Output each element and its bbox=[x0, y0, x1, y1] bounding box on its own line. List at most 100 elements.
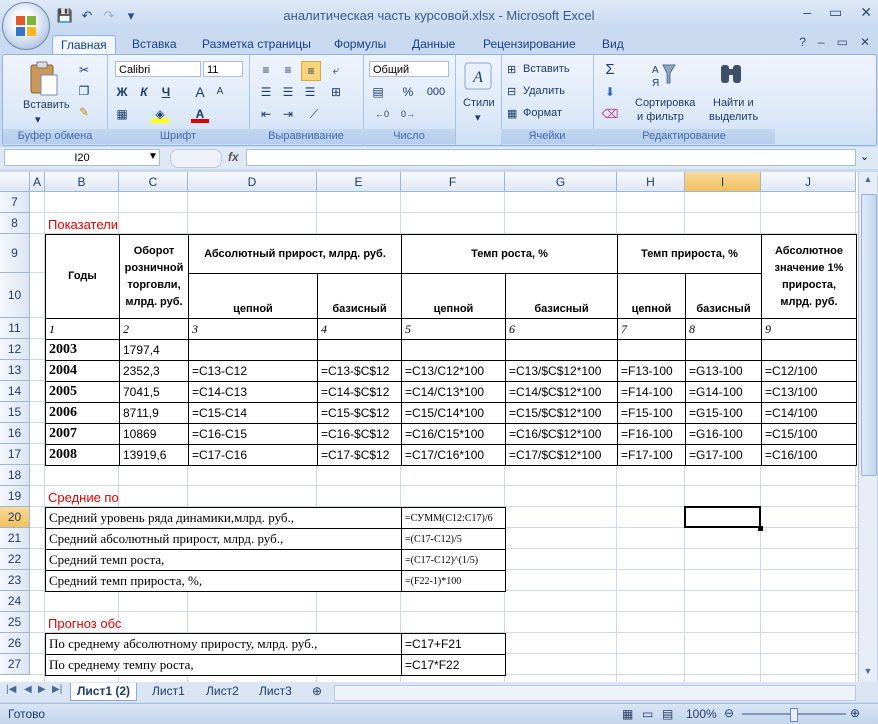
tab-insert[interactable]: Вставка bbox=[124, 35, 185, 54]
column-number-cell[interactable]: 1 bbox=[45, 318, 120, 340]
formula-bar-resize-handle[interactable] bbox=[170, 149, 222, 168]
header-sub[interactable]: базисный bbox=[317, 273, 402, 319]
workbook-close-button[interactable]: ✕ bbox=[860, 35, 870, 49]
copy-icon[interactable]: ❐ bbox=[75, 82, 93, 100]
row-header[interactable]: 7 bbox=[0, 192, 30, 213]
sheet-tab[interactable]: Лист2 bbox=[200, 683, 245, 700]
grow-font-button[interactable]: A bbox=[191, 83, 209, 101]
shrink-font-button[interactable]: A bbox=[211, 83, 229, 101]
styles-icon[interactable]: A bbox=[463, 61, 493, 91]
row-header[interactable]: 14 bbox=[0, 381, 30, 402]
bold-button[interactable]: Ж bbox=[113, 83, 131, 101]
table-cell[interactable]: =C15-$C$12 bbox=[317, 402, 402, 424]
vertical-scroll-thumb[interactable] bbox=[861, 194, 877, 476]
column-number-cell[interactable]: 4 bbox=[317, 318, 402, 340]
average-formula[interactable]: =(C17-C12)/5 bbox=[401, 528, 506, 550]
table-cell[interactable]: =F17-100 bbox=[617, 444, 686, 466]
table-cell[interactable]: =C15/C14*100 bbox=[401, 402, 506, 424]
table-cell[interactable]: =C16-C15 bbox=[188, 423, 318, 445]
section-title[interactable]: Средние по bbox=[45, 486, 189, 508]
autosum-button[interactable]: Σ bbox=[601, 61, 619, 79]
table-cell[interactable]: 2352,3 bbox=[119, 360, 189, 382]
table-cell[interactable]: =C14/$C$12*100 bbox=[505, 381, 618, 403]
table-cell[interactable]: 2005 bbox=[45, 381, 120, 403]
row-header[interactable]: 12 bbox=[0, 339, 30, 360]
table-cell[interactable]: =G14-100 bbox=[685, 381, 762, 403]
table-cell[interactable]: =G15-100 bbox=[685, 402, 762, 424]
table-cell[interactable]: =C17-C16 bbox=[188, 444, 318, 466]
table-cell[interactable] bbox=[401, 339, 506, 361]
table-cell[interactable]: =C14/100 bbox=[761, 402, 857, 424]
zoom-out-icon[interactable]: ⊖ bbox=[724, 706, 734, 720]
forecast-label[interactable]: По среднему абсолютному приросту, млрд. … bbox=[45, 633, 402, 655]
average-formula[interactable]: =СУММ(C12:C17)/6 bbox=[401, 507, 506, 529]
name-box-dropdown-icon[interactable]: ▼ bbox=[148, 151, 158, 162]
row-header[interactable]: 27 bbox=[0, 654, 30, 675]
section-title[interactable]: Прогноз обс bbox=[45, 612, 189, 634]
font-color-icon[interactable]: A bbox=[191, 105, 209, 123]
font-size-select[interactable]: 11 bbox=[203, 61, 243, 77]
name-box[interactable]: I20 bbox=[4, 149, 160, 166]
table-cell[interactable]: =C15/$C$12*100 bbox=[505, 402, 618, 424]
close-button[interactable]: ✕ bbox=[860, 4, 872, 21]
tab-review[interactable]: Рецензирование bbox=[475, 35, 584, 54]
column-header[interactable]: G bbox=[505, 172, 617, 192]
decrease-decimal-icon[interactable]: 0→ bbox=[399, 105, 417, 123]
normal-view-icon[interactable]: ▦ bbox=[622, 707, 633, 721]
header-absolute-growth[interactable]: Абсолютный прирост, млрд. руб. bbox=[188, 234, 402, 274]
table-cell[interactable]: =F14-100 bbox=[617, 381, 686, 403]
row-header[interactable]: 8 bbox=[0, 213, 30, 234]
zoom-slider-thumb[interactable] bbox=[790, 708, 798, 722]
office-button[interactable] bbox=[2, 2, 50, 50]
number-format-select[interactable]: Общий bbox=[369, 61, 449, 77]
row-header[interactable]: 9 bbox=[0, 234, 30, 273]
styles-button[interactable]: Стили bbox=[463, 97, 495, 109]
average-label[interactable]: Средний уровень ряда динамики,млрд. руб.… bbox=[45, 507, 402, 529]
row-header[interactable]: 13 bbox=[0, 360, 30, 381]
average-label[interactable]: Средний темп роста, bbox=[45, 549, 402, 571]
align-center-icon[interactable]: ☰ bbox=[279, 83, 297, 101]
merge-center-icon[interactable]: ⊞ bbox=[327, 83, 345, 101]
header-turnover[interactable]: Оборот розничной торговли, млрд. руб. bbox=[119, 234, 189, 319]
row-header[interactable]: 25 bbox=[0, 612, 30, 633]
header-sub[interactable]: цепной bbox=[617, 273, 686, 319]
page-layout-view-icon[interactable]: ▭ bbox=[642, 707, 653, 721]
row-header[interactable]: 16 bbox=[0, 423, 30, 444]
table-cell[interactable]: =C16/$C$12*100 bbox=[505, 423, 618, 445]
header-one-percent[interactable]: Абсолютное значение 1% прироста, млрд. р… bbox=[761, 234, 857, 319]
table-cell[interactable]: =F16-100 bbox=[617, 423, 686, 445]
sheet-tab-active[interactable]: Лист1 (2) bbox=[70, 683, 138, 701]
workbook-minimize-button[interactable]: – bbox=[818, 35, 825, 49]
column-number-cell[interactable]: 9 bbox=[761, 318, 857, 340]
table-cell[interactable]: =C15/100 bbox=[761, 423, 857, 445]
table-cell[interactable]: 13919,6 bbox=[119, 444, 189, 466]
zoom-in-icon[interactable]: ⊕ bbox=[850, 706, 860, 720]
row-header[interactable]: 26 bbox=[0, 633, 30, 654]
average-label[interactable]: Средний абсолютный прирост, млрд. руб., bbox=[45, 528, 402, 550]
restore-button[interactable]: ▭ bbox=[829, 4, 842, 21]
table-cell[interactable] bbox=[317, 339, 402, 361]
table-cell[interactable]: =C17/C16*100 bbox=[401, 444, 506, 466]
minimize-button[interactable]: – bbox=[803, 4, 811, 21]
header-sub[interactable]: цепной bbox=[188, 273, 318, 319]
sheet-nav-last-icon[interactable]: ▶| bbox=[52, 684, 62, 695]
sheet-tab[interactable]: Лист1 bbox=[146, 683, 191, 700]
insert-cells-button[interactable]: Вставить bbox=[523, 63, 570, 75]
select-all-corner[interactable] bbox=[0, 172, 30, 192]
header-increase-rate[interactable]: Темп прироста, % bbox=[617, 234, 762, 274]
table-cell[interactable]: =C12/100 bbox=[761, 360, 857, 382]
paste-icon[interactable] bbox=[27, 61, 59, 97]
column-number-cell[interactable]: 5 bbox=[401, 318, 506, 340]
section-title[interactable]: Показатели bbox=[45, 213, 189, 235]
increase-decimal-icon[interactable]: ←0 bbox=[373, 105, 391, 123]
insert-sheet-icon[interactable]: ⊕ bbox=[306, 683, 328, 700]
table-cell[interactable]: 7041,5 bbox=[119, 381, 189, 403]
table-cell[interactable]: 2003 bbox=[45, 339, 120, 361]
find-select-icon[interactable] bbox=[717, 61, 745, 89]
vertical-scrollbar[interactable]: ▲ ▼ bbox=[858, 172, 877, 682]
decrease-indent-icon[interactable]: ⇤ bbox=[257, 105, 275, 123]
table-cell[interactable]: =C13-C12 bbox=[188, 360, 318, 382]
table-cell[interactable]: =G13-100 bbox=[685, 360, 762, 382]
table-cell[interactable]: =C13/$C$12*100 bbox=[505, 360, 618, 382]
column-number-cell[interactable]: 3 bbox=[188, 318, 318, 340]
